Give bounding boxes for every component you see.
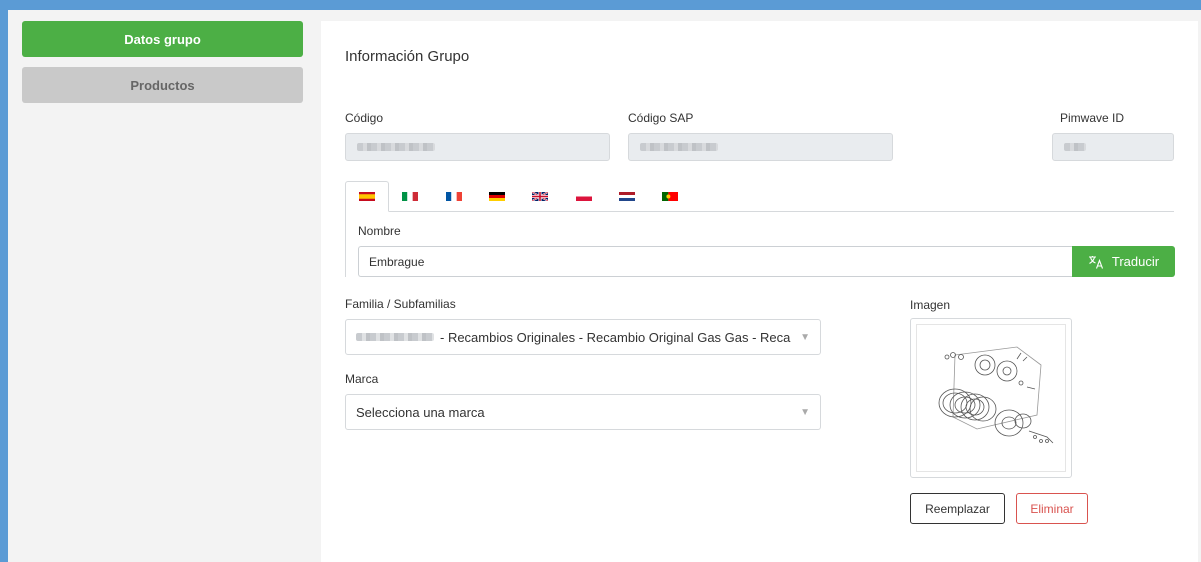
image-frame — [916, 324, 1066, 472]
marca-select[interactable]: Selecciona una marca ▼ — [345, 394, 821, 430]
codigo-label: Código — [345, 111, 384, 125]
codigo-sap-label: Código SAP — [628, 111, 694, 125]
familia-label: Familia / Subfamilias — [345, 297, 456, 311]
nombre-label: Nombre — [358, 224, 401, 238]
codigo-sap-field[interactable] — [628, 133, 893, 161]
clutch-diagram-image — [938, 346, 1054, 444]
sidebar-item-datos-grupo[interactable]: Datos grupo — [22, 21, 303, 57]
redacted-value — [357, 143, 435, 151]
tab-pl[interactable] — [562, 181, 606, 211]
tab-es[interactable] — [345, 181, 389, 212]
familia-select-value: - Recambios Originales - Recambio Origin… — [440, 329, 793, 345]
translate-icon — [1088, 255, 1103, 269]
familia-select[interactable]: - Recambios Originales - Recambio Origin… — [345, 319, 821, 355]
tab-en[interactable] — [518, 181, 562, 211]
product-image[interactable] — [910, 318, 1072, 478]
app-frame: Datos grupo Productos Información Grupo … — [8, 10, 1201, 562]
redacted-value — [640, 143, 718, 151]
sidebar-item-label: Datos grupo — [124, 31, 201, 47]
pimwave-id-field[interactable] — [1052, 133, 1174, 161]
france-flag-icon — [446, 191, 462, 201]
tab-de[interactable] — [475, 181, 519, 211]
sidebar-item-productos[interactable]: Productos — [22, 67, 303, 103]
sidebar: Datos grupo Productos — [22, 21, 303, 113]
chevron-down-icon: ▼ — [800, 331, 810, 343]
germany-flag-icon — [489, 191, 505, 201]
tab-pt[interactable] — [648, 181, 692, 211]
italy-flag-icon — [402, 191, 418, 201]
netherlands-flag-icon — [619, 191, 635, 201]
tab-it[interactable] — [388, 181, 432, 211]
codigo-field[interactable] — [345, 133, 610, 161]
imagen-label: Imagen — [910, 298, 951, 312]
spain-flag-icon — [359, 192, 375, 201]
nombre-input[interactable]: Embrague — [358, 246, 1072, 277]
marca-label: Marca — [345, 372, 379, 386]
tab-fr[interactable] — [432, 181, 476, 211]
delete-image-button[interactable]: Eliminar — [1016, 493, 1088, 524]
page-title: Información Grupo — [345, 48, 470, 65]
language-tabs — [345, 181, 1174, 212]
redacted-value — [356, 333, 434, 341]
pimwave-id-label: Pimwave ID — [1060, 111, 1125, 125]
tab-nl[interactable] — [605, 181, 649, 211]
translate-button[interactable]: Traducir — [1072, 246, 1175, 277]
name-panel: Nombre Embrague Traducir — [345, 211, 1175, 277]
group-info-card: Información Grupo Código Código SAP Pimw… — [321, 21, 1198, 562]
poland-flag-icon — [576, 191, 592, 201]
sidebar-item-label: Productos — [130, 77, 195, 93]
replace-image-button[interactable]: Reemplazar — [910, 493, 1005, 524]
translate-button-label: Traducir — [1111, 254, 1160, 269]
uk-flag-icon — [532, 191, 548, 201]
marca-select-value: Selecciona una marca — [356, 404, 485, 420]
redacted-value — [1064, 143, 1086, 151]
chevron-down-icon: ▼ — [800, 406, 810, 418]
portugal-flag-icon — [662, 191, 678, 201]
